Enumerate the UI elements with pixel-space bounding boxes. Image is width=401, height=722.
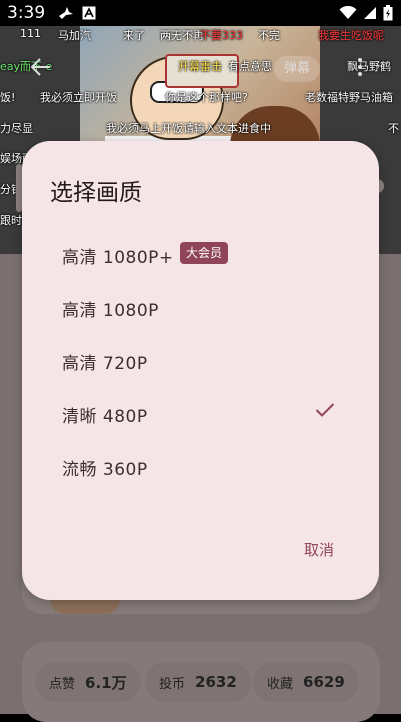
danmaku-comment: 你是这个那样吧? — [165, 91, 248, 104]
danmaku-comment: 有点意思 — [228, 60, 272, 73]
checkmark-icon — [315, 403, 335, 417]
like-label: 点赞 — [49, 676, 76, 692]
favorite-count: 6629 — [303, 673, 345, 691]
system-icons — [339, 5, 393, 21]
wifi-icon — [339, 6, 357, 19]
quality-option-label: 高清 1080P+ — [62, 248, 174, 268]
danmaku-comment: 两无不再 — [160, 29, 204, 42]
dialog-title: 选择画质 — [50, 180, 142, 206]
like-count: 6.1万 — [85, 673, 127, 692]
battery-icon — [383, 5, 393, 21]
like-stat[interactable]: 点赞 6.1万 — [35, 662, 141, 702]
bird-icon — [59, 7, 73, 19]
danmaku-comment: 老数福特野马油箱 — [305, 91, 393, 104]
quality-option-label: 高清 1080P — [62, 301, 159, 321]
notification-icons — [58, 6, 96, 20]
danmaku-comment: 来了 — [123, 29, 145, 42]
danmaku-comment: 马加汽 — [58, 29, 91, 42]
quality-dialog: 选择画质 高清 1080P+ 大会员 高清 1080P 高清 720P 清晰 4… — [22, 141, 379, 600]
coin-stat[interactable]: 投币 2632 — [145, 662, 251, 702]
back-arrow-icon[interactable] — [30, 56, 52, 78]
favorite-label: 收藏 — [267, 676, 294, 692]
cancel-button[interactable]: 取消 — [304, 539, 334, 560]
danmaku-toggle-button[interactable]: 弹幕 — [274, 56, 320, 82]
quality-option-1080p[interactable]: 高清 1080P — [22, 282, 379, 332]
danmaku-comment: 111 — [20, 27, 41, 40]
status-time: 3:39 — [7, 3, 46, 23]
danmaku-comment: 开幕雷击 — [178, 60, 222, 73]
quality-option-480p[interactable]: 清晰 480P — [22, 388, 379, 438]
coin-count: 2632 — [195, 673, 237, 691]
quality-option-360p[interactable]: 流畅 360P — [22, 441, 379, 491]
app-a-icon — [82, 6, 96, 20]
danmaku-comment: 不 — [388, 122, 399, 135]
quality-option-label: 高清 720P — [62, 354, 148, 374]
coin-label: 投币 — [159, 676, 186, 692]
danmaku-comment: 我要生吃饭呢 — [318, 29, 384, 42]
danmaku-comment: 不完 — [258, 29, 280, 42]
quality-option-720p[interactable]: 高清 720P — [22, 335, 379, 385]
vip-badge: 大会员 — [180, 242, 229, 264]
danmaku-comment: 饭! — [0, 91, 16, 104]
quality-option-1080p-plus[interactable]: 高清 1080P+ 大会员 — [22, 229, 379, 279]
more-vertical-icon[interactable] — [354, 56, 366, 78]
danmaku-comment: 力尽显 — [0, 122, 33, 135]
quality-option-label: 流畅 360P — [62, 460, 148, 480]
status-bar: 3:39 — [0, 0, 401, 26]
danmaku-comment: 不要333 — [200, 29, 243, 42]
danmaku-comment: 我必须立即开饭 — [40, 91, 117, 104]
danmaku-comment: 我必须马上开饭请输入文本进食中 — [106, 122, 271, 135]
favorite-stat[interactable]: 收藏 6629 — [253, 662, 359, 702]
quality-option-label: 清晰 480P — [62, 407, 148, 427]
danmaku-comment: 跟时 — [0, 214, 22, 227]
signal-icon — [364, 7, 376, 19]
